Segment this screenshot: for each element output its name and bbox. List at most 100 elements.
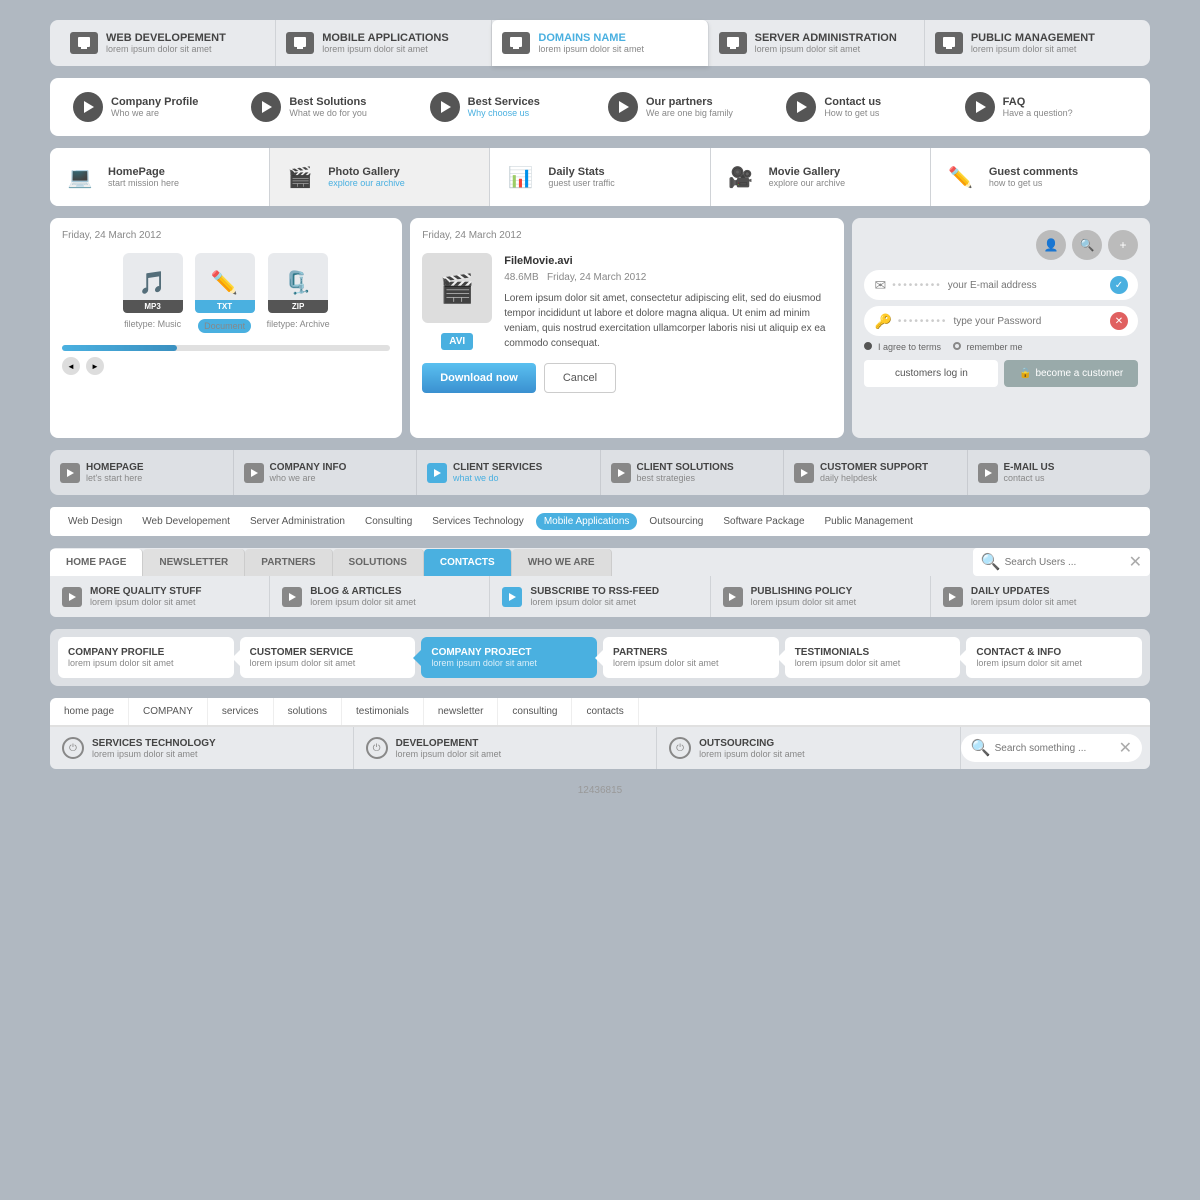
rn-item-partners[interactable]: PARTNERS lorem ipsum dolor sit amet — [603, 637, 779, 678]
bnav-client[interactable]: CLIENT SERVICES what we do — [417, 450, 601, 495]
icon-nav-stats[interactable]: 📊 Daily Stats guest user traffic — [490, 148, 710, 206]
play-btn-services[interactable] — [430, 92, 460, 122]
arrow-icon-quality — [62, 587, 82, 607]
video-nav-faq[interactable]: FAQ Have a question? — [957, 88, 1135, 126]
email-input[interactable] — [948, 280, 1104, 291]
in-title-stats: Daily Stats — [548, 166, 614, 178]
file-item-mp3[interactable]: 🎵 MP3 filetype: Music — [123, 253, 183, 333]
bnav-company[interactable]: COMPANY INFO who we are — [234, 450, 418, 495]
file-item-zip[interactable]: 🗜️ ZIP filetype: Archive — [267, 253, 330, 333]
in-sub-photo: explore our archive — [328, 178, 405, 188]
sn-item-newsletter[interactable]: newsletter — [424, 698, 499, 725]
agree-radio[interactable] — [864, 342, 872, 350]
bnav-homepage[interactable]: HOMEPAGE let's start here — [50, 450, 234, 495]
arrow-nav-policy[interactable]: PUBLISHING POLICY lorem ipsum dolor sit … — [711, 576, 931, 617]
tab-who[interactable]: WHO WE ARE — [512, 549, 612, 576]
password-clear-icon[interactable]: ✕ — [1110, 312, 1128, 330]
tab-newsletter[interactable]: NEWSLETTER — [143, 549, 245, 576]
user-icon-btn[interactable]: 👤 — [1036, 230, 1066, 260]
next-btn[interactable]: ► — [86, 357, 104, 375]
sn-item-solutions[interactable]: solutions — [274, 698, 342, 725]
rn-title-contact: CONTACT & INFO — [976, 647, 1082, 658]
play-btn-solutions[interactable] — [251, 92, 281, 122]
pill-software-package[interactable]: Software Package — [715, 513, 812, 530]
icon-nav-comments[interactable]: ✏️ Guest comments how to get us — [931, 148, 1150, 206]
rn-item-service[interactable]: CUSTOMER SERVICE lorem ipsum dolor sit a… — [240, 637, 416, 678]
login-button[interactable]: customers log in — [864, 360, 998, 387]
pill-outsourcing[interactable]: Outsourcing — [641, 513, 711, 530]
an-sub-quality: lorem ipsum dolor sit amet — [90, 597, 201, 607]
file-icon-mp3: 🎵 MP3 — [123, 253, 183, 313]
sn-item-consulting[interactable]: consulting — [498, 698, 572, 725]
rn-item-project[interactable]: COMPANY PROJECT lorem ipsum dolor sit am… — [421, 637, 597, 678]
icon-nav-movie[interactable]: 🎥 Movie Gallery explore our archive — [711, 148, 931, 206]
nav-tab-web[interactable]: WEB DEVELOPEMENT lorem ipsum dolor sit a… — [60, 20, 276, 66]
bin-item-outsourcing[interactable]: ⏻ OUTSOURCING lorem ipsum dolor sit amet — [657, 727, 961, 769]
video-nav-partners[interactable]: Our partners We are one big family — [600, 88, 778, 126]
video-nav-solutions[interactable]: Best Solutions What we do for you — [243, 88, 421, 126]
pill-server-administration[interactable]: Server Administration — [242, 513, 353, 530]
search-bin-input[interactable] — [995, 743, 1115, 754]
sn-item-home[interactable]: home page — [50, 698, 129, 725]
play-btn-company[interactable] — [73, 92, 103, 122]
tab-home[interactable]: HOME PAGE — [50, 549, 143, 576]
icon-nav-photo[interactable]: 🎬 Photo Gallery explore our archive — [270, 148, 490, 206]
tab-partners[interactable]: PARTNERS — [245, 549, 332, 576]
rn-item-profile[interactable]: COMPANY PROFILE lorem ipsum dolor sit am… — [58, 637, 234, 678]
play-btn-contact[interactable] — [786, 92, 816, 122]
nav-tab-public[interactable]: PUBLIC MANAGEMENT lorem ipsum dolor sit … — [925, 20, 1140, 66]
avi-badge: AVI — [441, 333, 473, 350]
video-nav-company[interactable]: Company Profile Who we are — [65, 88, 243, 126]
tab-contacts[interactable]: CONTACTS — [424, 549, 512, 576]
remember-radio[interactable] — [953, 342, 961, 350]
sn-item-company[interactable]: COMPANY — [129, 698, 208, 725]
top-nav-tabs: WEB DEVELOPEMENT lorem ipsum dolor sit a… — [50, 20, 1150, 66]
pill-services-technology[interactable]: Services Technology — [424, 513, 532, 530]
icon-nav-home[interactable]: 💻 HomePage start mission here — [50, 148, 270, 206]
search-tab-clear[interactable]: ✕ — [1129, 552, 1142, 572]
search-tab-input[interactable] — [1005, 557, 1125, 568]
tab-solutions[interactable]: SOLUTIONS — [333, 549, 424, 576]
search-icon-btn[interactable]: 🔍 — [1072, 230, 1102, 260]
pill-public-management[interactable]: Public Management — [817, 513, 921, 530]
password-input[interactable] — [953, 316, 1104, 327]
rn-item-testimonials[interactable]: TESTIMONIALS lorem ipsum dolor sit amet — [785, 637, 961, 678]
pill-web-design[interactable]: Web Design — [60, 513, 130, 530]
file-badge-txt: TXT — [195, 300, 255, 313]
cancel-button[interactable]: Cancel — [544, 363, 616, 393]
nav-tab-domains[interactable]: DOMAINS NAME lorem ipsum dolor sit amet — [492, 20, 708, 66]
bnav-solutions[interactable]: CLIENT SOLUTIONS best strategies — [601, 450, 785, 495]
arrow-nav-updates[interactable]: DAILY UPDATES lorem ipsum dolor sit amet — [931, 576, 1150, 617]
add-icon-btn[interactable]: + — [1108, 230, 1138, 260]
customer-button[interactable]: 🔒 become a customer — [1004, 360, 1138, 387]
bin-item-dev[interactable]: ⏻ DEVELOPEMENT lorem ipsum dolor sit ame… — [354, 727, 658, 769]
video-nav-services[interactable]: Best Services Why choose us — [422, 88, 600, 126]
search-bin-clear[interactable]: ✕ — [1119, 738, 1132, 758]
bin-item-services[interactable]: ⏻ SERVICES TECHNOLOGY lorem ipsum dolor … — [50, 727, 354, 769]
bnav-support[interactable]: CUSTOMER SUPPORT daily helpdesk — [784, 450, 968, 495]
download-button[interactable]: Download now — [422, 363, 536, 393]
rn-item-contact[interactable]: CONTACT & INFO lorem ipsum dolor sit ame… — [966, 637, 1142, 678]
icon-img-home: 💻 — [62, 162, 98, 192]
video-nav-contact[interactable]: Contact us How to get us — [778, 88, 956, 126]
pill-web-developement[interactable]: Web Developement — [134, 513, 238, 530]
bin-sub-dev: lorem ipsum dolor sit amet — [396, 749, 502, 759]
pill-mobile-applications[interactable]: Mobile Applications — [536, 513, 638, 530]
sn-item-testimonials[interactable]: testimonials — [342, 698, 424, 725]
pill-consulting[interactable]: Consulting — [357, 513, 420, 530]
movie-icon-area: 🎬 AVI — [422, 253, 492, 351]
password-dots: ••••••••• — [898, 316, 948, 327]
prev-btn[interactable]: ◄ — [62, 357, 80, 375]
sn-item-contacts[interactable]: contacts — [572, 698, 638, 725]
arrow-nav-rss[interactable]: SUBSCRIBE TO RSS-FEED lorem ipsum dolor … — [490, 576, 710, 617]
play-btn-faq[interactable] — [965, 92, 995, 122]
email-dots: ••••••••• — [892, 280, 942, 291]
nav-tab-mobile[interactable]: MOBILE APPLICATIONS lorem ipsum dolor si… — [276, 20, 492, 66]
nav-tab-server[interactable]: SERVER ADMINISTRATION lorem ipsum dolor … — [709, 20, 925, 66]
arrow-nav-quality[interactable]: MORE QUALITY STUFF lorem ipsum dolor sit… — [50, 576, 270, 617]
file-item-txt[interactable]: ✏️ TXT Document — [195, 253, 255, 333]
sn-item-services[interactable]: services — [208, 698, 274, 725]
play-btn-partners[interactable] — [608, 92, 638, 122]
bnav-email[interactable]: E-MAIL US contact us — [968, 450, 1151, 495]
arrow-nav-blog[interactable]: BLOG & ARTICLES lorem ipsum dolor sit am… — [270, 576, 490, 617]
